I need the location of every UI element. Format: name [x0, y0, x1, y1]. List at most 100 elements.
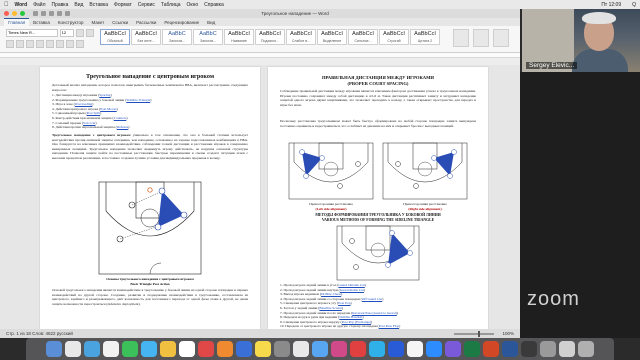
tab-layout[interactable]: Макет	[88, 19, 109, 26]
apple-icon[interactable]: 	[4, 2, 9, 8]
topic-link[interactable]: Post Moves	[100, 107, 116, 111]
dock-app-icon[interactable]	[369, 341, 385, 357]
dock-app-icon[interactable]	[388, 341, 404, 357]
dock-app-icon[interactable]	[426, 341, 442, 357]
zoom-control[interactable]: 100%	[454, 330, 514, 337]
undo-icon[interactable]	[49, 11, 54, 16]
tab-home[interactable]: Главная	[4, 18, 30, 26]
spotlight-icon[interactable]: Q	[632, 2, 636, 8]
method-link[interactable]: Dribble Chase	[321, 292, 341, 296]
dock-app-icon[interactable]	[502, 341, 518, 357]
method-link[interactable]: Guard Inside Cut	[340, 288, 364, 292]
styles-pane-icon[interactable]	[453, 29, 469, 47]
tab-insert[interactable]: Вставка	[29, 19, 54, 26]
grow-font-icon[interactable]	[76, 29, 85, 37]
dock-app-icon[interactable]	[464, 341, 480, 357]
dock-app-icon[interactable]	[198, 341, 214, 357]
document-canvas[interactable]: Треугольное нападение с центровым игроко…	[0, 65, 520, 329]
topic-link[interactable]: Sideline Triangle	[126, 98, 150, 102]
method-link[interactable]: Guard Outside Cut	[338, 283, 364, 287]
tab-mailings[interactable]: Рассылки	[132, 19, 160, 26]
tab-view[interactable]: Вид	[203, 19, 219, 26]
font-size-select[interactable]: 12	[59, 29, 75, 37]
dock-app-icon[interactable]	[274, 341, 290, 357]
menu-item[interactable]: Справка	[204, 2, 224, 8]
dock-app-icon[interactable]	[46, 341, 62, 357]
strikethrough-icon[interactable]	[36, 40, 44, 48]
menu-item[interactable]: Вставка	[89, 2, 108, 8]
menu-item[interactable]: Вид	[74, 2, 83, 8]
menu-item[interactable]: Правка	[51, 2, 68, 8]
method-link[interactable]: Off Guard Cut	[362, 297, 382, 301]
page-1[interactable]: Треугольное нападение с центровым игроко…	[40, 67, 260, 329]
dictate-icon[interactable]	[473, 29, 489, 47]
topic-link[interactable]: Overloading	[75, 102, 93, 106]
zoom-slider-thumb[interactable]	[478, 330, 481, 337]
style-strong[interactable]: AaBbCcI Строгий	[379, 29, 409, 45]
dock-app-icon[interactable]	[407, 341, 423, 357]
home-icon[interactable]	[33, 11, 38, 16]
method-link[interactable]: Dribble Handoff	[339, 315, 362, 319]
dock-app-icon[interactable]	[559, 341, 575, 357]
style-title[interactable]: AaBbCcI Название	[224, 29, 254, 45]
menu-clock[interactable]: Пт 12:09	[601, 2, 621, 8]
topic-link[interactable]: Defense	[117, 125, 128, 129]
dock-app-icon[interactable]	[236, 341, 252, 357]
minimize-window-button[interactable]	[12, 11, 17, 16]
dock-app-icon[interactable]	[540, 341, 556, 357]
topic-link[interactable]: Spacing	[99, 93, 110, 97]
font-name-select[interactable]: Times New R...	[6, 29, 58, 37]
method-link[interactable]: Reversal Pass (Guard to Guard)	[352, 311, 397, 315]
shrink-font-icon[interactable]	[86, 29, 95, 37]
dock-app-icon[interactable]	[103, 341, 119, 357]
dock-app-icon[interactable]	[84, 341, 100, 357]
style-emphasis[interactable]: AaBbCcI Выделение	[317, 29, 347, 45]
style-quote-2[interactable]: AaBbCcI Цитата 2	[410, 29, 440, 45]
dock-app-icon[interactable]	[312, 341, 328, 357]
dock-app-icon[interactable]	[350, 341, 366, 357]
dock-app-icon[interactable]	[160, 341, 176, 357]
close-window-button[interactable]	[4, 11, 9, 16]
dock-app-icon[interactable]	[293, 341, 309, 357]
dock-app-icon[interactable]	[179, 341, 195, 357]
style-subtitle[interactable]: AaBbCcI Подзагол...	[255, 29, 285, 45]
style-heading-1[interactable]: AaBbC Заголов...	[162, 29, 192, 45]
topic-link[interactable]: Solo Cut	[83, 121, 95, 125]
method-link[interactable]: Post Pass Flop	[379, 324, 399, 328]
zoom-level[interactable]: 100%	[502, 331, 514, 336]
italic-icon[interactable]	[16, 40, 24, 48]
save-icon[interactable]	[41, 11, 46, 16]
dock-app-icon[interactable]	[141, 341, 157, 357]
topic-link[interactable]: Post Split	[87, 111, 101, 115]
style-normal[interactable]: AaBbCcI Обычный	[100, 29, 130, 45]
underline-icon[interactable]	[26, 40, 34, 48]
style-intense-emphasis[interactable]: AaBbCcI Сильное...	[348, 29, 378, 45]
method-link[interactable]: Baseline Screen	[319, 306, 341, 310]
print-icon[interactable]	[65, 11, 70, 16]
highlight-icon[interactable]	[66, 40, 74, 48]
editor-icon[interactable]	[493, 29, 509, 47]
redo-icon[interactable]	[57, 11, 62, 16]
menu-item[interactable]: Сервис	[138, 2, 155, 8]
dock-app-icon[interactable]	[578, 341, 594, 357]
dock-app-icon[interactable]	[122, 341, 138, 357]
menu-item[interactable]: Файл	[33, 2, 45, 8]
tab-review[interactable]: Рецензирование	[160, 19, 203, 26]
page-2[interactable]: ПРАВИЛЬНАЯ ДИСТАНЦИЯ МЕЖДУ ИГРОКАМИ (PRO…	[268, 67, 488, 329]
tab-design[interactable]: Конструктор	[54, 19, 88, 26]
dock-app-icon[interactable]	[65, 341, 81, 357]
menu-item[interactable]: Окно	[187, 2, 199, 8]
style-heading-2[interactable]: AaBbC Заголов...	[193, 29, 223, 45]
dock-app-icon[interactable]	[445, 341, 461, 357]
style-subtle-emphasis[interactable]: AaBbCcI Слабое в...	[286, 29, 316, 45]
dock-app-icon[interactable]	[255, 341, 271, 357]
topic-link[interactable]: Counters	[114, 116, 127, 120]
tab-references[interactable]: Ссылки	[108, 19, 132, 26]
style-no-spacing[interactable]: AaBbCcI Без инте...	[131, 29, 161, 45]
ruler[interactable]	[0, 53, 520, 58]
method-link[interactable]: Post Pop	[338, 301, 350, 305]
superscript-icon[interactable]	[56, 40, 64, 48]
zoom-window-button[interactable]	[20, 11, 25, 16]
font-color-icon[interactable]	[76, 40, 84, 48]
zoom-slider[interactable]	[454, 330, 495, 337]
